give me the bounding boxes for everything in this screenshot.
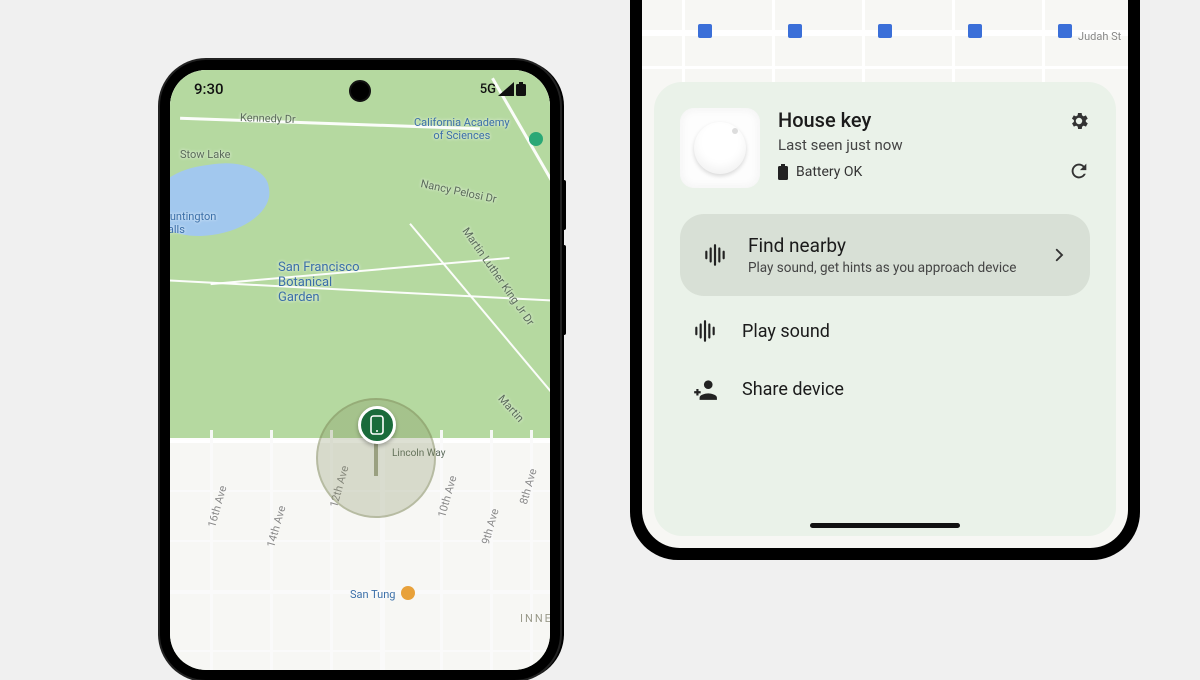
battery-status: Battery OK	[778, 164, 1090, 180]
status-time: 9:30	[194, 80, 224, 98]
signal-icon	[498, 82, 514, 96]
map-label: 8th Ave	[517, 467, 540, 506]
share-device-button[interactable]: Share device	[680, 354, 1090, 412]
screen-right: Judah St House key Last seen just now Ba…	[642, 0, 1128, 548]
road-line	[772, 0, 775, 92]
refresh-icon	[1068, 160, 1090, 182]
road-line	[440, 430, 443, 670]
map-label: Stow Lake	[180, 148, 231, 161]
transit-stop-icon	[1058, 24, 1072, 38]
play-sound-button[interactable]: Play sound	[680, 296, 1090, 354]
tracker-tag-icon	[694, 122, 746, 174]
home-indicator[interactable]	[810, 523, 960, 528]
phone-frame-left: 9:30 5G	[160, 60, 560, 680]
map-label: Judah St	[1078, 30, 1121, 43]
road-line	[490, 430, 493, 670]
transit-stop-icon	[788, 24, 802, 38]
screen-left: 9:30 5G	[170, 70, 550, 670]
poi-icon	[529, 132, 543, 146]
map-label: INNER	[520, 612, 550, 625]
refresh-button[interactable]	[1068, 160, 1090, 186]
map-label: 10th Ave	[435, 474, 459, 519]
map-label: San Tung	[350, 588, 395, 601]
battery-icon	[778, 164, 788, 180]
road-line	[210, 430, 213, 670]
phone-frame-right: Judah St House key Last seen just now Ba…	[630, 0, 1140, 560]
front-camera-icon	[349, 80, 371, 102]
side-button	[562, 245, 566, 335]
device-last-seen: Last seen just now	[778, 136, 1090, 154]
network-label: 5G	[480, 82, 496, 97]
road-line	[530, 430, 533, 670]
share-device-label: Share device	[742, 379, 844, 400]
transit-stop-icon	[968, 24, 982, 38]
side-button	[562, 180, 566, 230]
chevron-right-icon	[1050, 246, 1068, 264]
road-line	[270, 430, 273, 670]
sound-waves-icon	[702, 242, 728, 268]
find-nearby-title: Find nearby	[748, 234, 1030, 257]
road-line	[642, 66, 1128, 69]
poi-icon	[401, 586, 415, 600]
gear-icon	[1068, 110, 1090, 132]
play-sound-label: Play sound	[742, 321, 830, 342]
road-line	[1042, 0, 1045, 92]
road-line	[682, 0, 685, 92]
battery-label: Battery OK	[796, 164, 862, 180]
status-right: 5G	[480, 82, 526, 97]
transit-stop-icon	[878, 24, 892, 38]
map-label: Kennedy Dr	[240, 111, 296, 126]
device-name: House key	[778, 108, 1090, 132]
map-label: California Academy of Sciences	[414, 116, 510, 142]
pin-stalk	[374, 442, 378, 476]
phone-icon	[370, 415, 384, 435]
person-add-icon	[692, 376, 718, 402]
road-line	[170, 650, 550, 652]
device-location-pin[interactable]	[358, 406, 396, 444]
map-label: Huntington Falls	[170, 210, 216, 236]
battery-icon	[516, 82, 526, 96]
road-line	[862, 0, 865, 92]
device-sheet: House key Last seen just now Battery OK	[654, 82, 1116, 536]
settings-button[interactable]	[1068, 110, 1090, 136]
find-nearby-sub: Play sound, get hints as you approach de…	[748, 260, 1030, 276]
device-header: House key Last seen just now Battery OK	[680, 108, 1090, 188]
map-view[interactable]: Stow Lake Huntington Falls California Ac…	[170, 70, 550, 670]
transit-stop-icon	[698, 24, 712, 38]
sound-waves-icon	[692, 318, 718, 344]
map-label: San Francisco Botanical Garden	[278, 260, 360, 305]
find-nearby-button[interactable]: Find nearby Play sound, get hints as you…	[680, 214, 1090, 296]
device-thumbnail	[680, 108, 760, 188]
road-line	[952, 0, 955, 92]
map-label: 14th Ave	[264, 504, 288, 549]
